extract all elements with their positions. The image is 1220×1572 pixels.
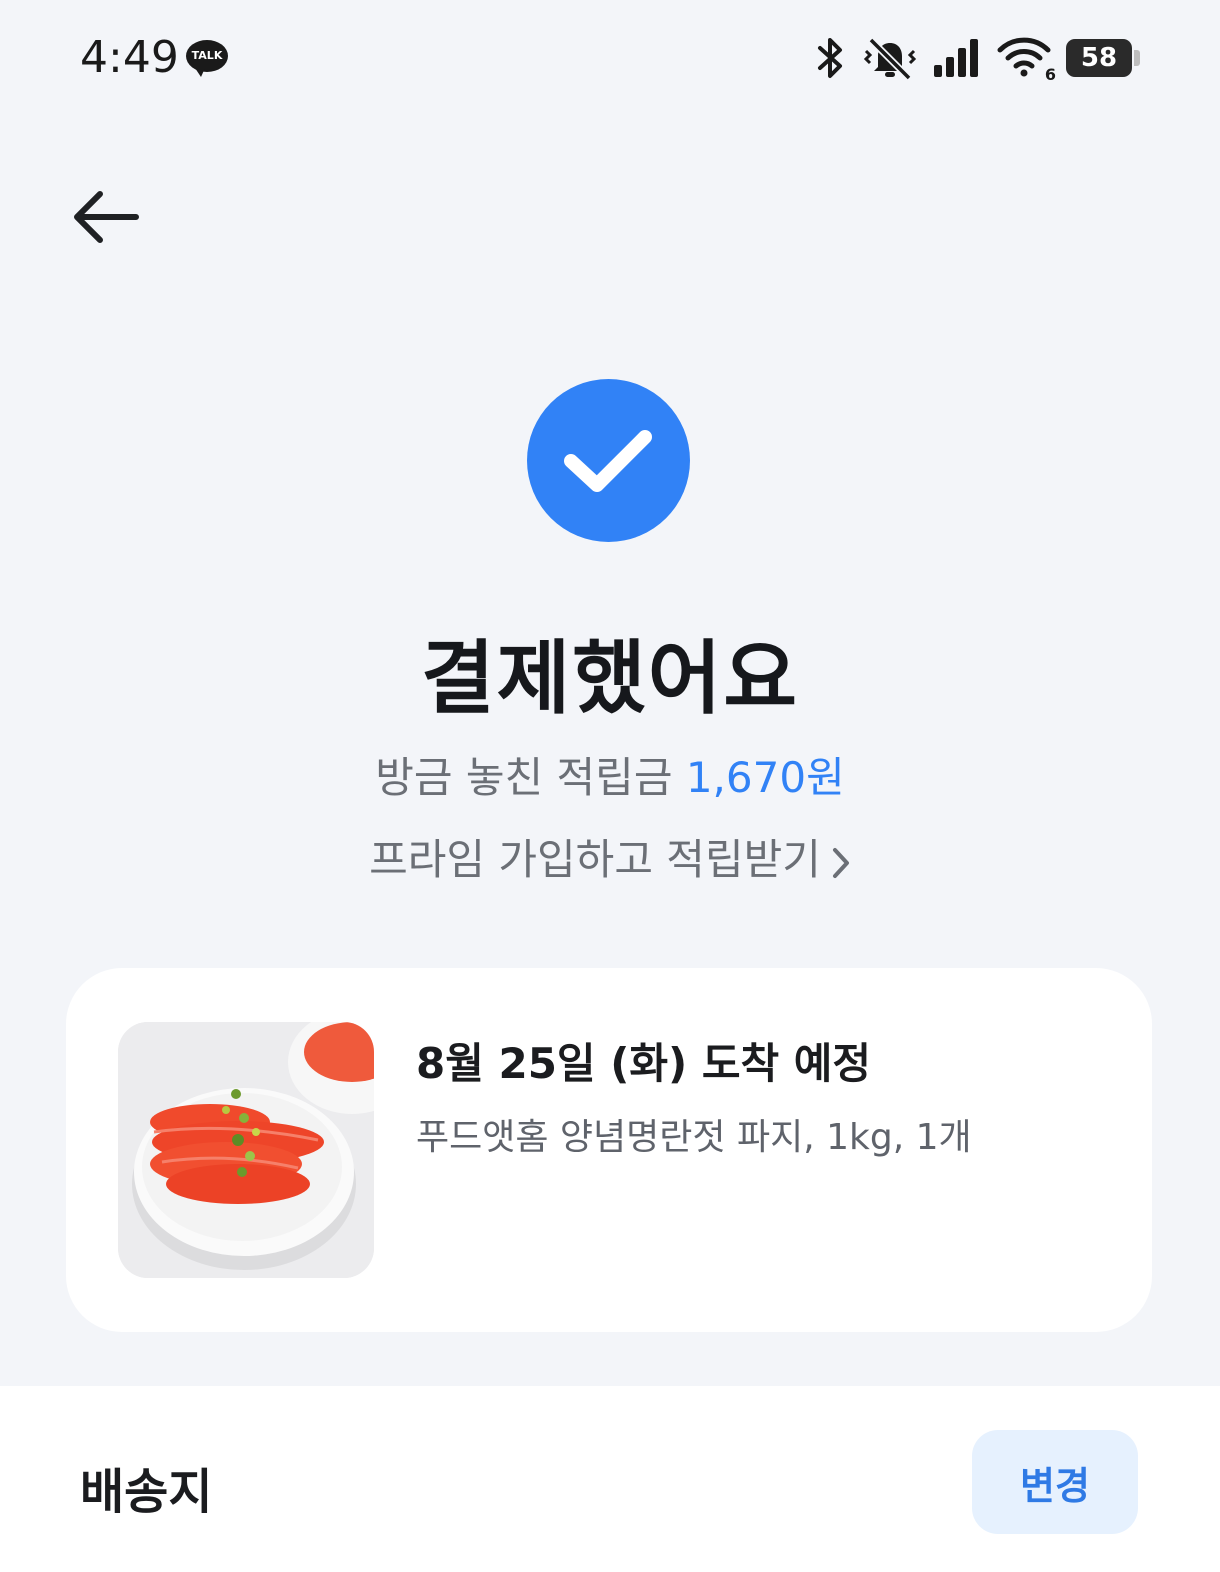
arrow-left-icon bbox=[74, 191, 139, 243]
status-time: 4:49 bbox=[80, 32, 179, 83]
status-bar: 4:49 TALK 6 58 bbox=[0, 0, 1220, 120]
talk-notification-icon: TALK bbox=[186, 40, 228, 77]
signal-icon bbox=[934, 39, 978, 77]
product-image bbox=[118, 1022, 374, 1278]
address-section: 배송지 변경 bbox=[0, 1386, 1220, 1572]
missed-points-label: 방금 놓친 적립금 bbox=[375, 753, 673, 802]
chevron-right-icon bbox=[832, 847, 849, 878]
back-button[interactable] bbox=[70, 186, 142, 248]
bluetooth-icon bbox=[818, 38, 842, 78]
wifi-band-label: 6 bbox=[1044, 65, 1056, 84]
address-label: 배송지 bbox=[80, 1464, 213, 1520]
missed-points: 방금 놓친 적립금 1,670원 bbox=[0, 744, 1220, 805]
battery-icon: 58 bbox=[1066, 39, 1140, 77]
product-photo bbox=[118, 1022, 374, 1278]
prime-signup-link[interactable]: 프라임 가입하고 적립받기 bbox=[0, 826, 1220, 887]
check-icon bbox=[564, 430, 652, 492]
missed-points-amount: 1,670원 bbox=[685, 753, 845, 802]
prime-signup-label: 프라임 가입하고 적립받기 bbox=[369, 835, 821, 884]
bell-off-icon bbox=[863, 37, 917, 81]
wifi-group: 6 bbox=[996, 34, 1056, 84]
wifi-icon bbox=[997, 37, 1051, 77]
change-address-button[interactable]: 변경 bbox=[972, 1430, 1138, 1534]
system-icons: 6 58 bbox=[814, 34, 1140, 84]
product-name: 푸드앳홈 양념명란젓 파지, 1kg, 1개 bbox=[416, 1117, 972, 1158]
arrival-date: 8월 25일 (화) 도착 예정 bbox=[416, 1039, 872, 1088]
success-badge bbox=[527, 379, 690, 542]
page-title: 결제했어요 bbox=[421, 632, 799, 725]
order-card[interactable]: 8월 25일 (화) 도착 예정 푸드앳홈 양념명란젓 파지, 1kg, 1개 bbox=[66, 968, 1152, 1332]
